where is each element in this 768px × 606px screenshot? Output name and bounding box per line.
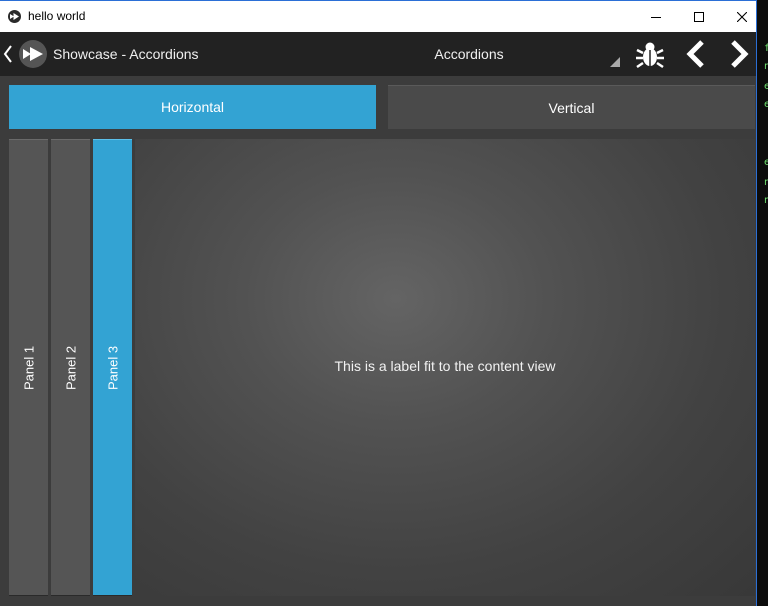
background-terminal: f n e e e n n bbox=[755, 0, 768, 606]
spinner-value: Accordions bbox=[434, 46, 504, 62]
kivy-logo-icon bbox=[8, 10, 21, 23]
accordion-panel-label: Panel 3 bbox=[105, 345, 120, 390]
spinner-dropdown-icon bbox=[610, 57, 620, 67]
accordion-panel-2-header[interactable]: Panel 2 bbox=[51, 139, 90, 596]
content-area: Horizontal Vertical Panel 1 Panel 2 Pane… bbox=[0, 76, 756, 606]
accordion-panel-label: Panel 2 bbox=[63, 345, 78, 390]
next-button[interactable] bbox=[722, 32, 756, 76]
accordion: Panel 1 Panel 2 Panel 3 This is a label … bbox=[9, 139, 755, 596]
maximize-icon bbox=[694, 11, 704, 22]
kivy-logo-icon[interactable] bbox=[19, 40, 47, 68]
close-button[interactable] bbox=[720, 1, 764, 32]
maximize-button[interactable] bbox=[677, 1, 721, 32]
chevron-right-icon bbox=[731, 40, 749, 68]
close-icon bbox=[737, 11, 747, 22]
back-button[interactable] bbox=[2, 44, 14, 69]
chevron-left-icon bbox=[3, 45, 12, 63]
chevron-left-icon bbox=[686, 40, 704, 68]
previous-button[interactable] bbox=[680, 32, 712, 76]
bug-icon bbox=[636, 42, 664, 69]
action-bar-title[interactable]: Showcase - Accordions bbox=[53, 46, 199, 62]
accordion-panel-3-header[interactable]: Panel 3 bbox=[93, 139, 132, 596]
accordion-panel-1-header[interactable]: Panel 1 bbox=[9, 139, 48, 596]
vertical-toggle-button[interactable]: Vertical bbox=[388, 85, 755, 129]
window-title: hello world bbox=[28, 9, 86, 23]
app-window: hello world Showcase - Accordions Accord… bbox=[0, 0, 756, 606]
horizontal-toggle-button[interactable]: Horizontal bbox=[9, 85, 376, 129]
title-bar[interactable]: hello world bbox=[0, 0, 756, 32]
action-bar: Showcase - Accordions Accordions bbox=[0, 32, 756, 76]
screen-spinner[interactable]: Accordions bbox=[388, 32, 626, 76]
accordion-panel-content: This is a label fit to the content view bbox=[135, 139, 755, 596]
content-label: This is a label fit to the content view bbox=[334, 357, 556, 374]
accordion-panel-label: Panel 1 bbox=[21, 345, 36, 390]
minimize-button[interactable] bbox=[634, 1, 678, 32]
minimize-icon bbox=[651, 16, 661, 18]
bug-button[interactable] bbox=[632, 32, 668, 76]
